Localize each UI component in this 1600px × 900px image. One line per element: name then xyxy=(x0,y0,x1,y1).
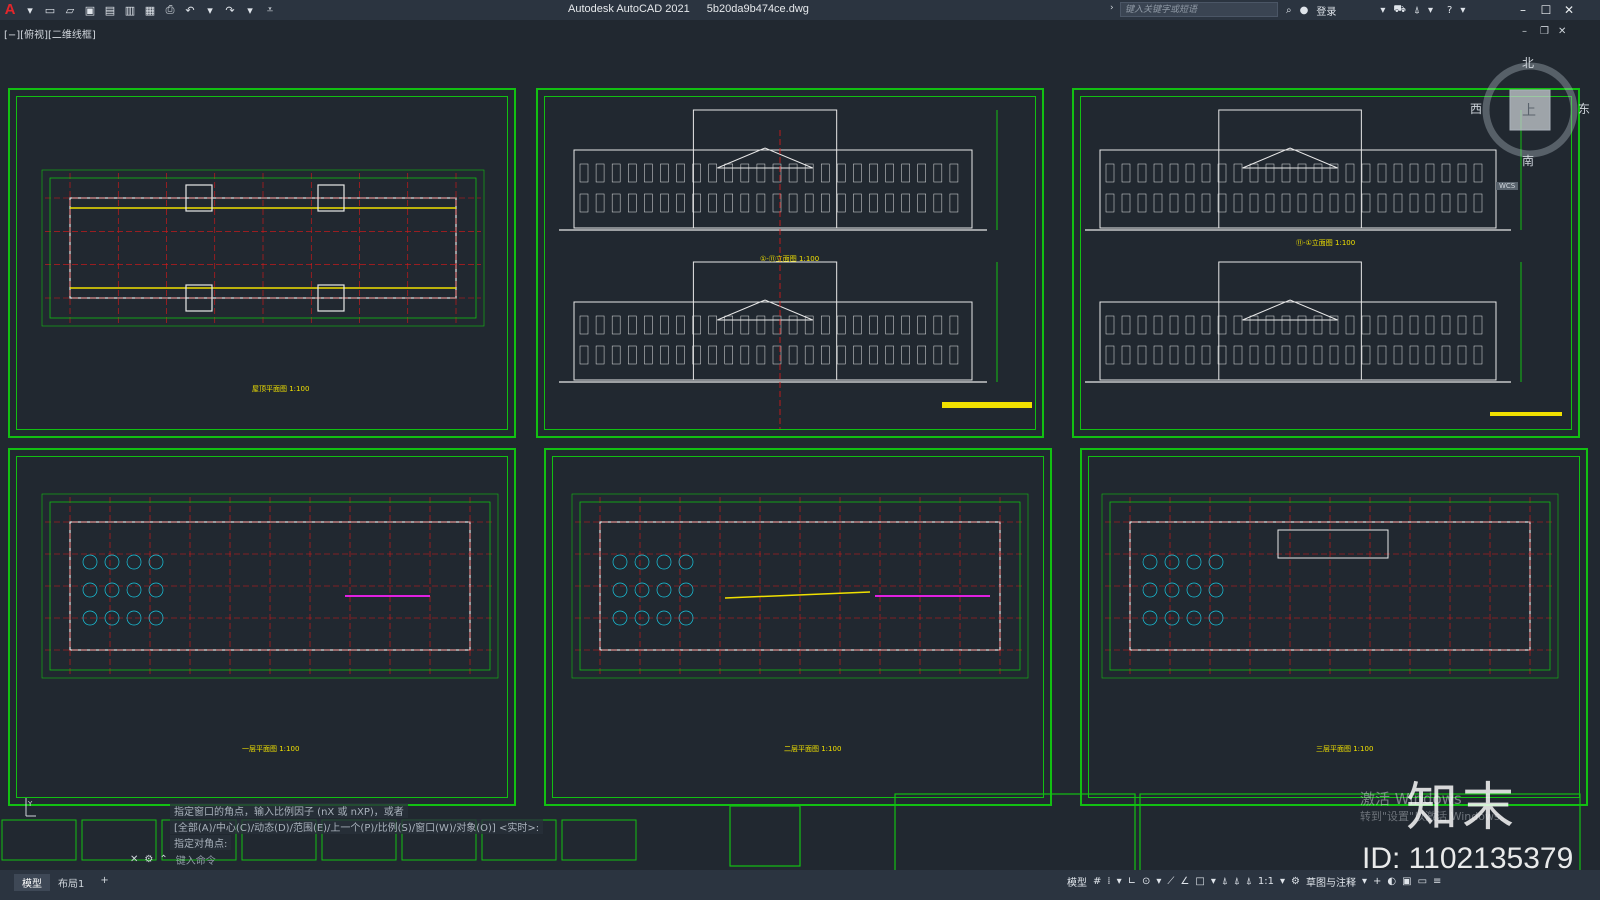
publish-icon[interactable]: ▥ xyxy=(122,2,138,18)
customize-toolbar-icon[interactable]: ⩡ xyxy=(262,2,278,18)
viewcube-north[interactable]: 北 xyxy=(1522,54,1534,71)
add-layout-button[interactable]: + xyxy=(92,874,116,891)
new-file-icon[interactable]: ▭ xyxy=(42,2,58,18)
osnap-icon[interactable]: □ xyxy=(1195,876,1204,887)
app-title: Autodesk AutoCAD 2021 xyxy=(568,3,690,15)
save-icon[interactable]: ▣ xyxy=(82,2,98,18)
partial-sheet xyxy=(894,793,1136,875)
layout-tabs: 模型 布局1 + xyxy=(14,874,117,891)
close-icon[interactable]: ✕ xyxy=(1558,0,1580,20)
command-history-line1: 指定窗口的角点，输入比例因子 (nX 或 nXP)，或者 xyxy=(170,803,408,818)
osnap-tracking-icon[interactable]: ∠ xyxy=(1180,876,1189,887)
command-history-line3: 指定对角点: xyxy=(170,835,232,850)
window-title: Autodesk AutoCAD 2021 5b20da9b474ce.dwg xyxy=(568,3,823,15)
help-dropdown-icon[interactable]: ▾ xyxy=(1460,5,1465,16)
undo-dropdown-icon[interactable]: ▾ xyxy=(202,2,218,18)
quick-access-toolbar: A ▾ ▭ ▱ ▣ ▤ ▥ ▦ ⎙ ↶ ▾ ↷ ▾ ⩡ xyxy=(0,0,280,20)
plus-icon[interactable]: + xyxy=(1373,876,1381,887)
command-recent-icon[interactable]: ⌃ xyxy=(159,854,167,865)
annotation-scale-value[interactable]: 1:1 xyxy=(1258,876,1274,887)
print-icon[interactable]: ⎙ xyxy=(162,2,178,18)
autodesk-a360-icon[interactable]: ⍋ xyxy=(1414,5,1420,16)
viewcube[interactable]: 北 南 西 东 上 WCS xyxy=(1470,56,1592,190)
undo-icon[interactable]: ↶ xyxy=(182,2,198,18)
title-bar: A ▾ ▭ ▱ ▣ ▤ ▥ ▦ ⎙ ↶ ▾ ↷ ▾ ⩡ Autodesk Aut… xyxy=(0,0,1600,20)
status-toolbar: 模型 # ⁞ ▾ ∟ ⊙ ▾ ⟋ ∠ □ ▾ ⍋ ⍋ ⍋ 1:1 ▾ ⚙ 草图与… xyxy=(1064,874,1444,889)
redo-dropdown-icon[interactable]: ▾ xyxy=(242,2,258,18)
sheet-title-rear-elev: ⑪-①立面图 1:100 xyxy=(1296,239,1356,247)
clean-screen-icon[interactable]: ▭ xyxy=(1418,876,1427,887)
title-right-tools: ⌕ ● 登录 ▾ ⛟ ⍋ ▾ ? ▾ xyxy=(1282,0,1469,20)
isolate-objects-icon[interactable]: ◐ xyxy=(1387,876,1396,887)
doc-restore-icon[interactable]: ❐ xyxy=(1540,26,1549,37)
login-link[interactable]: 登录 xyxy=(1316,3,1336,18)
ortho-icon[interactable]: ∟ xyxy=(1128,876,1136,887)
viewcube-east[interactable]: 东 xyxy=(1578,100,1590,117)
grid-icon[interactable]: # xyxy=(1093,876,1101,887)
minimize-icon[interactable]: – xyxy=(1512,0,1534,20)
customization-icon[interactable]: ≡ xyxy=(1433,876,1441,887)
plot-preview-icon[interactable]: ▦ xyxy=(142,2,158,18)
command-bar: ✕ ⚙ ⌃ 键入命令 xyxy=(130,852,216,867)
open-folder-icon[interactable]: ▱ xyxy=(62,2,78,18)
command-history-line2: [全部(A)/中心(C)/动态(D)/范围(E)/上一个(P)/比例(S)/窗口… xyxy=(170,819,544,834)
maximize-icon[interactable]: ☐ xyxy=(1535,0,1557,20)
doc-close-icon[interactable]: ✕ xyxy=(1558,26,1566,37)
osnap-dropdown-icon[interactable]: ▾ xyxy=(1211,876,1216,887)
polar-dropdown-icon[interactable]: ▾ xyxy=(1156,876,1161,887)
login-dropdown-icon[interactable]: ▾ xyxy=(1380,5,1385,16)
hardware-accel-icon[interactable]: ▣ xyxy=(1402,876,1411,887)
annotation-scale-icon[interactable]: ⍋ xyxy=(1246,876,1252,887)
auto-scale-icon[interactable]: ⍋ xyxy=(1234,876,1240,887)
scale-dropdown-icon[interactable]: ▾ xyxy=(1280,876,1285,887)
workspace-dropdown-icon[interactable]: ▾ xyxy=(1362,876,1367,887)
wcs-menu[interactable]: WCS xyxy=(1496,182,1519,190)
workspace-switch[interactable]: 草图与注释 xyxy=(1306,874,1356,889)
thumbnail-sheet xyxy=(561,819,637,861)
save-as-icon[interactable]: ▤ xyxy=(102,2,118,18)
autocad-logo-icon[interactable]: A xyxy=(0,0,20,20)
user-icon[interactable]: ● xyxy=(1300,5,1309,16)
command-close-icon[interactable]: ✕ xyxy=(130,854,138,865)
ucs-icon: Y xyxy=(16,798,36,822)
sheet-title-front-elev: ①-⑪立面图 1:100 xyxy=(760,255,820,263)
command-input[interactable]: 键入命令 xyxy=(176,852,216,867)
sheet-title-roof: 屋顶平面图 1:100 xyxy=(252,385,310,393)
search-expand-icon[interactable]: › xyxy=(1110,3,1114,13)
model-space-button[interactable]: 模型 xyxy=(1067,874,1087,889)
sheet-title-first-floor: 一层平面图 1:100 xyxy=(242,745,300,753)
tab-model[interactable]: 模型 xyxy=(14,874,50,891)
viewport-label[interactable]: [−][俯视][二维线框] xyxy=(4,26,96,41)
viewcube-ring xyxy=(1482,62,1578,158)
search-input[interactable]: 键入关键字或短语 xyxy=(1120,2,1278,17)
svg-text:Y: Y xyxy=(27,800,33,808)
viewcube-west[interactable]: 西 xyxy=(1470,100,1482,117)
viewcube-south[interactable]: 南 xyxy=(1522,152,1534,169)
file-name: 5b20da9b474ce.dwg xyxy=(706,3,809,15)
help-icon[interactable]: ? xyxy=(1447,5,1452,16)
a360-dropdown-icon[interactable]: ▾ xyxy=(1428,5,1433,16)
annotation-visibility-icon[interactable]: ⍋ xyxy=(1222,876,1228,887)
polar-icon[interactable]: ⊙ xyxy=(1142,876,1150,887)
tab-layout1[interactable]: 布局1 xyxy=(50,874,92,891)
viewcube-top-face[interactable]: 上 xyxy=(1522,100,1536,120)
workspace-gear-icon[interactable]: ⚙ xyxy=(1291,876,1300,887)
partial-sheet xyxy=(729,805,801,867)
cart-icon[interactable]: ⛟ xyxy=(1393,4,1406,17)
sheet-title-second-floor: 二层平面图 1:100 xyxy=(784,745,842,753)
isodraft-icon[interactable]: ⟋ xyxy=(1167,876,1174,887)
sheet-title-third-floor: 三层平面图 1:100 xyxy=(1316,745,1374,753)
command-customize-icon[interactable]: ⚙ xyxy=(144,854,153,865)
snap-icon[interactable]: ⁞ xyxy=(1107,876,1110,887)
brand-watermark: 知末 xyxy=(1406,778,1519,838)
search-icon[interactable]: ⌕ xyxy=(1286,5,1292,16)
snap-dropdown-icon[interactable]: ▾ xyxy=(1117,876,1122,887)
doc-minimize-icon[interactable]: – xyxy=(1522,26,1527,37)
redo-icon[interactable]: ↷ xyxy=(222,2,238,18)
thumbnail-sheet xyxy=(1,819,77,861)
dropdown-arrow-icon[interactable]: ▾ xyxy=(22,2,38,18)
